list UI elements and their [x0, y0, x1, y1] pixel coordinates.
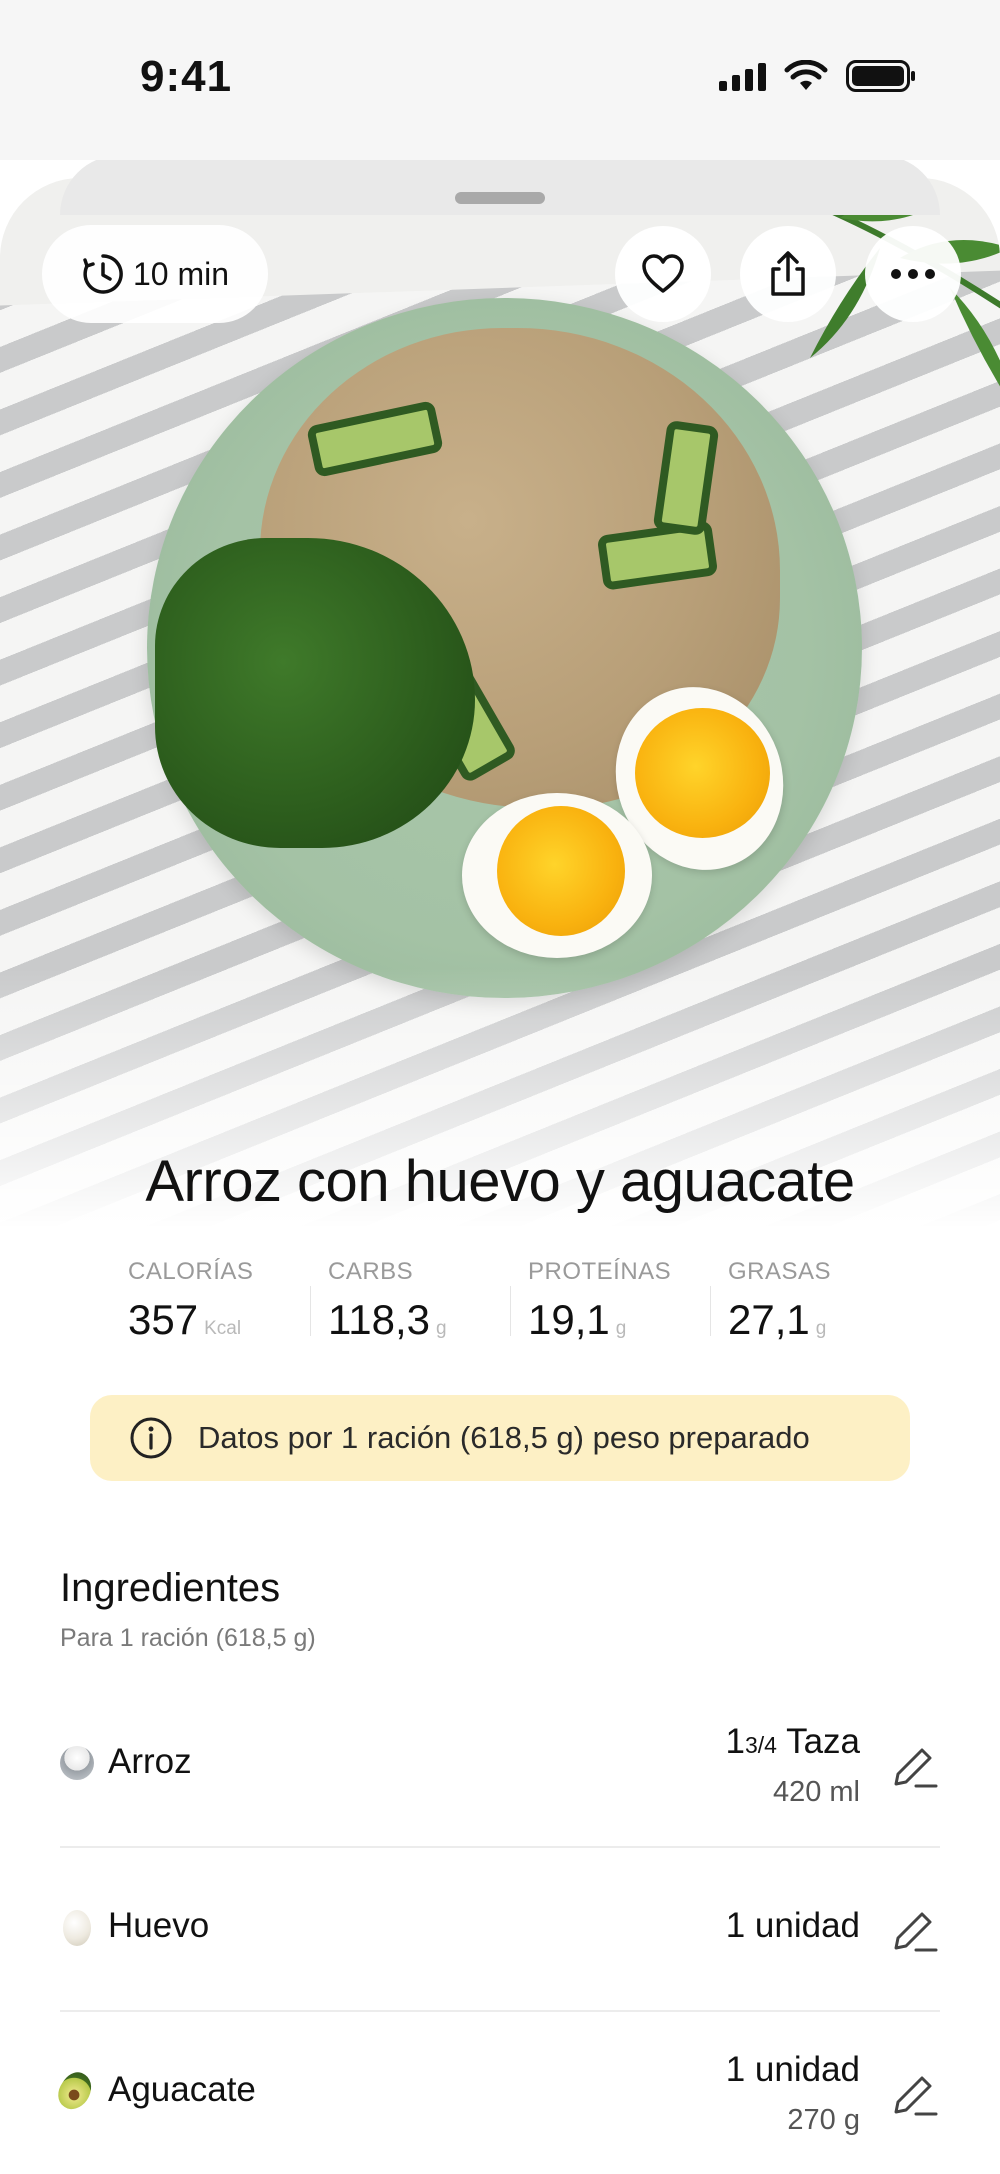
nutrition-summary: CALORÍAS 357 Kcal CARBS 118,3 g PROTEÍNAS …	[110, 1258, 910, 1368]
pencil-icon[interactable]	[888, 2068, 940, 2120]
egg-icon	[63, 1910, 91, 1946]
nutrition-unit: Kcal	[204, 1318, 242, 1339]
nutrition-value-row: 27,1 g	[728, 1296, 910, 1344]
ingredient-row[interactable]: Huevo 1 unidad	[60, 1848, 940, 2012]
quantity-fraction: 3/4	[744, 1732, 777, 1758]
share-button[interactable]	[740, 226, 836, 322]
egg-yolk	[635, 708, 770, 838]
status-bar: 9:41	[0, 0, 1000, 160]
egg-yolk	[497, 806, 625, 936]
ingredient-quantity: 1 unidad	[725, 1906, 860, 1945]
cellular-signal-icon	[719, 61, 766, 91]
sheet-top-edge	[60, 155, 940, 215]
nutrition-unit: g	[436, 1318, 447, 1339]
recipe-title: Arroz con huevo y aguacate	[145, 1149, 855, 1214]
nutrition-carbs: CARBS 118,3 g	[310, 1258, 510, 1368]
ingredients-heading: Ingredientes	[60, 1566, 281, 1610]
pencil-icon[interactable]	[888, 1740, 940, 1792]
nutrition-value-row: 357 Kcal	[128, 1296, 310, 1344]
favorite-button[interactable]	[615, 226, 711, 322]
wifi-icon	[784, 60, 828, 90]
nutrition-unit: g	[815, 1318, 827, 1339]
more-horizontal-icon	[891, 269, 935, 279]
more-options-button[interactable]	[865, 226, 961, 322]
serving-info-banner: Datos por 1 ración (618,5 g) peso prepar…	[90, 1395, 910, 1481]
share-icon	[771, 251, 805, 296]
nutrition-value-row: 19,1 g	[528, 1296, 710, 1344]
ingredient-row[interactable]: Arroz 13/4 Taza 420 ml	[60, 1684, 940, 1848]
quantity-unit: Taza	[786, 1722, 860, 1761]
nutrition-protein: PROTEÍNAS 19,1 g	[510, 1258, 710, 1368]
status-icons	[719, 60, 915, 92]
nutrition-value-row: 118,3 g	[328, 1296, 510, 1344]
nutrition-value: 19,1	[528, 1296, 610, 1343]
status-time: 9:41	[140, 52, 233, 101]
battery-icon	[846, 60, 915, 92]
nutrition-value: 118,3	[328, 1296, 430, 1343]
serving-info-text: Datos por 1 ración (618,5 g) peso prepar…	[198, 1420, 810, 1455]
pencil-icon[interactable]	[888, 1904, 940, 1956]
ingredient-alt-quantity: 420 ml	[772, 1776, 860, 1808]
recipe-photo	[0, 178, 1000, 1228]
nutrition-fat: GRASAS 27,1 g	[710, 1258, 910, 1368]
nutrition-label: PROTEÍNAS	[528, 1258, 672, 1285]
ingredient-quantity: 13/4 Taza	[726, 1722, 860, 1762]
nutrition-unit: g	[615, 1318, 627, 1339]
nutrition-calories: CALORÍAS 357 Kcal	[110, 1258, 310, 1368]
sheet-grabber-handle[interactable]	[455, 192, 545, 204]
nutrition-value: 357	[128, 1296, 199, 1343]
ingredient-alt-quantity: 270 g	[787, 2104, 860, 2136]
heart-icon	[642, 254, 684, 293]
clock-icon	[83, 254, 123, 294]
rice-bowl-icon	[60, 1746, 94, 1780]
nutrition-label: CARBS	[328, 1258, 414, 1285]
avocado-icon	[51, 2066, 99, 2116]
ingredients-subtitle: Para 1 ración (618,5 g)	[60, 1624, 316, 1652]
prep-time-label: 10 min	[132, 255, 230, 292]
quantity-whole: 1	[725, 1722, 745, 1761]
ingredient-row[interactable]: Aguacate 1 unidad 270 g	[51, 2012, 940, 2174]
ingredient-name: Huevo	[108, 1906, 210, 1945]
nutrition-value: 27,1	[728, 1296, 810, 1343]
ingredient-name: Aguacate	[108, 2070, 256, 2109]
nutrition-label: GRASAS	[728, 1258, 832, 1285]
ingredient-quantity: 1 unidad	[725, 2050, 860, 2089]
ingredient-name: Arroz	[108, 1742, 192, 1781]
nutrition-label: CALORÍAS	[128, 1258, 254, 1285]
prep-time-chip: 10 min	[42, 225, 268, 323]
info-icon	[130, 1417, 172, 1459]
